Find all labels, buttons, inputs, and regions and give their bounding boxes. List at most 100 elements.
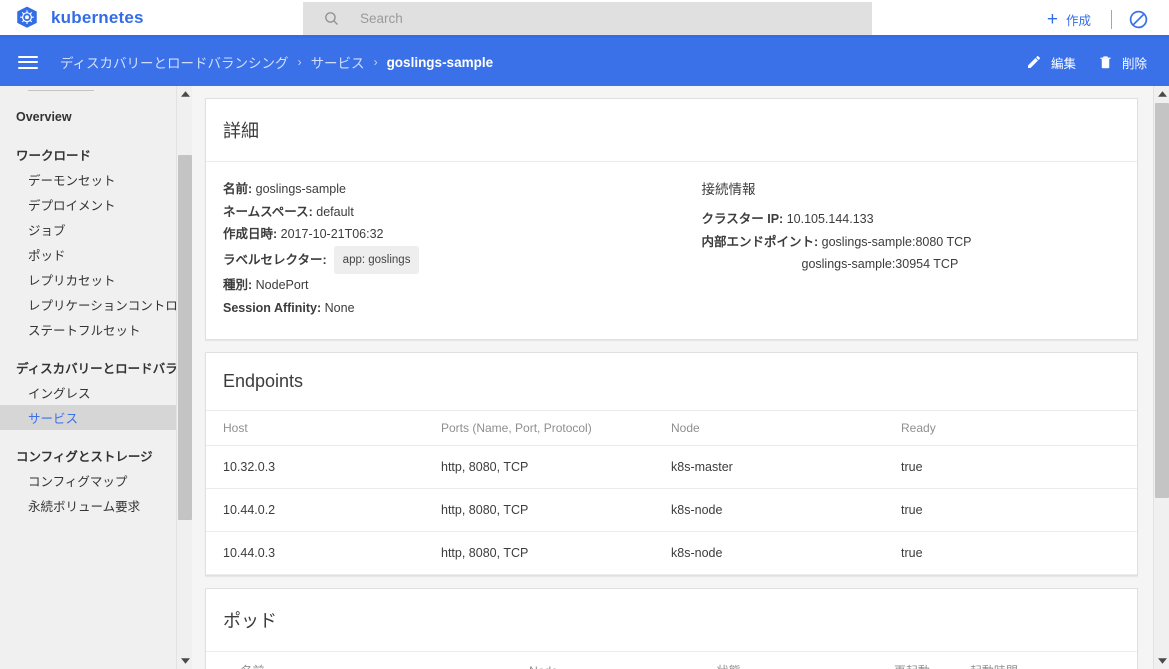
delete-button-label: 削除: [1121, 56, 1147, 71]
sidebar-heading-discovery[interactable]: ディスカバリーとロードバランシン: [0, 355, 176, 380]
table-header-row: Host Ports (Name, Port, Protocol) Node R…: [206, 411, 1137, 446]
label-selector-chip[interactable]: app: goslings: [333, 245, 420, 274]
detail-name-key: 名前:: [223, 182, 253, 196]
detail-label-selector: ラベルセレクター: app: goslings: [223, 245, 672, 274]
sidebar-item-replication-controllers[interactable]: レプリケーションコントローラー: [0, 292, 176, 317]
sidebar-item-services[interactable]: サービス: [0, 405, 176, 430]
pencil-icon: [1027, 56, 1040, 68]
breadcrumb-actions: 編集 削除: [1026, 38, 1169, 86]
sidebar-item-label: ジョブ: [28, 224, 66, 238]
detail-internal-endpoints: 内部エンドポイント: goslings-sample:8080 TCP gosl…: [702, 231, 1138, 275]
connection-info-heading: 接続情報: [701, 182, 756, 197]
sidebar-heading-workloads[interactable]: ワークロード: [0, 142, 176, 167]
detail-namespace: ネームスペース: default: [223, 201, 672, 224]
sidebar-item-ingresses[interactable]: イングレス: [0, 380, 176, 405]
breadcrumb-item-services[interactable]: サービス: [311, 52, 365, 72]
cell-node: k8s-node: [671, 488, 901, 532]
create-button[interactable]: + 作成: [1047, 10, 1091, 29]
cell-node: k8s-master: [671, 445, 901, 489]
detail-endpoint-key: 内部エンドポイント:: [701, 234, 819, 249]
hamburger-menu-icon[interactable]: [18, 52, 38, 72]
detail-created-key: 作成日時:: [223, 227, 278, 241]
pods-card-title: ポッド: [206, 589, 1137, 652]
sidebar-item-label: ステートフルセット: [28, 324, 141, 338]
column-header-restarts[interactable]: 再起動: [893, 652, 970, 669]
detail-endpoint-value-2: goslings-sample:30954 TCP: [801, 256, 959, 271]
edit-button[interactable]: 編集: [1026, 53, 1076, 72]
detail-created-value: 2017-10-21T06:32: [280, 227, 384, 241]
scroll-up-icon[interactable]: [177, 86, 193, 102]
column-header-state[interactable]: 状態: [716, 652, 894, 669]
detail-cluster-ip-key: クラスター IP:: [701, 212, 784, 226]
cell-ports: http, 8080, TCP: [441, 531, 671, 575]
brand-logo-link[interactable]: kubernetes: [14, 5, 144, 31]
cell-ports: http, 8080, TCP: [441, 445, 671, 489]
column-header-status: [206, 652, 241, 669]
topbar-actions: + 作成: [1047, 0, 1169, 38]
details-card-title: 詳細: [206, 99, 1137, 162]
column-header-host[interactable]: Host: [206, 411, 441, 446]
sidebar-scrollbar-thumb[interactable]: [178, 155, 192, 520]
topbar-divider: [1111, 9, 1112, 29]
detail-type-value: NodePort: [255, 278, 309, 292]
sidebar-item-deployments[interactable]: デプロイメント: [0, 192, 176, 217]
cell-ready: true: [901, 488, 1137, 532]
plus-icon: +: [1046, 8, 1058, 30]
cell-host: 10.44.0.2: [206, 488, 441, 532]
sidebar-item-label: 永続ボリューム要求: [28, 500, 141, 514]
search-input[interactable]: [358, 10, 798, 27]
detail-created: 作成日時: 2017-10-21T06:32: [223, 223, 672, 246]
table-row[interactable]: 10.32.0.3 http, 8080, TCP k8s-master tru…: [206, 445, 1137, 489]
table-header-row: 名前 Node 状態 再起動 起動時間: [206, 652, 1137, 669]
cell-ready: true: [901, 531, 1137, 575]
main-scrollbar-thumb[interactable]: [1155, 103, 1169, 498]
sidebar-item-label: レプリカセット: [28, 274, 116, 288]
sidebar-item-config-maps[interactable]: コンフィグマップ: [0, 468, 176, 493]
table-row[interactable]: 10.44.0.3 http, 8080, TCP k8s-node true: [206, 531, 1137, 575]
connection-info-column: 接続情報 クラスター IP: 10.105.144.133 内部エンドポイント:…: [672, 178, 1138, 319]
create-button-label: 作成: [1065, 13, 1091, 28]
detail-namespace-value: default: [316, 204, 354, 219]
scroll-down-icon[interactable]: [1154, 653, 1169, 669]
endpoints-card-title: Endpoints: [206, 353, 1137, 411]
table-row[interactable]: 10.44.0.2 http, 8080, TCP k8s-node true: [206, 488, 1137, 532]
sidebar-item-pods[interactable]: ポッド: [0, 242, 176, 267]
detail-type-key: 種別:: [223, 278, 253, 292]
column-header-uptime[interactable]: 起動時間: [969, 652, 1067, 669]
detail-endpoint-value-1: goslings-sample:8080 TCP: [821, 234, 972, 249]
sidebar-item-label: イングレス: [28, 387, 91, 401]
column-header-ready[interactable]: Ready: [901, 411, 1137, 446]
edit-button-label: 編集: [1050, 56, 1076, 71]
endpoints-table: Host Ports (Name, Port, Protocol) Node R…: [206, 411, 1137, 575]
detail-namespace-key: ネームスペース:: [223, 204, 313, 219]
column-header-ports[interactable]: Ports (Name, Port, Protocol): [441, 411, 671, 446]
sidebar-item-label: デーモンセット: [28, 174, 116, 188]
cell-host: 10.44.0.3: [206, 531, 441, 575]
scroll-up-icon[interactable]: [1154, 86, 1169, 102]
top-app-bar: kubernetes + 作成: [0, 0, 1169, 38]
detail-type: 種別: NodePort: [223, 274, 672, 297]
main-scrollbar[interactable]: [1153, 86, 1169, 669]
search-bar[interactable]: [303, 2, 872, 35]
sidebar-item-replica-sets[interactable]: レプリカセット: [0, 267, 176, 292]
column-header-node[interactable]: Node: [671, 411, 901, 446]
breadcrumb-bar: ディスカバリーとロードバランシング › サービス › goslings-samp…: [0, 38, 1169, 86]
sidebar-item-label: サービス: [28, 412, 79, 426]
sidebar-item-jobs[interactable]: ジョブ: [0, 217, 176, 242]
no-entry-icon[interactable]: [1128, 9, 1149, 30]
column-header-name[interactable]: 名前: [240, 652, 530, 669]
breadcrumb-item-discovery[interactable]: ディスカバリーとロードバランシング: [60, 52, 289, 72]
sidebar-item-stateful-sets[interactable]: ステートフルセット: [0, 317, 176, 342]
cell-ready: true: [901, 445, 1137, 489]
column-header-node[interactable]: Node: [529, 652, 717, 669]
delete-button[interactable]: 削除: [1098, 53, 1147, 72]
sidebar-item-overview[interactable]: Overview: [0, 104, 176, 129]
main-content: 詳細 名前: goslings-sample ネームスペース: default …: [193, 86, 1153, 669]
sidebar-item-persistent-volume-claims[interactable]: 永続ボリューム要求: [0, 493, 176, 518]
sidebar-item-daemon-sets[interactable]: デーモンセット: [0, 167, 176, 192]
sidebar-scrollbar[interactable]: [176, 86, 192, 669]
breadcrumb-separator: ›: [373, 55, 378, 69]
details-left-column: 名前: goslings-sample ネームスペース: default 作成日…: [206, 178, 672, 319]
sidebar-heading-config-storage[interactable]: コンフィグとストレージ: [0, 443, 176, 468]
scroll-down-icon[interactable]: [177, 653, 193, 669]
